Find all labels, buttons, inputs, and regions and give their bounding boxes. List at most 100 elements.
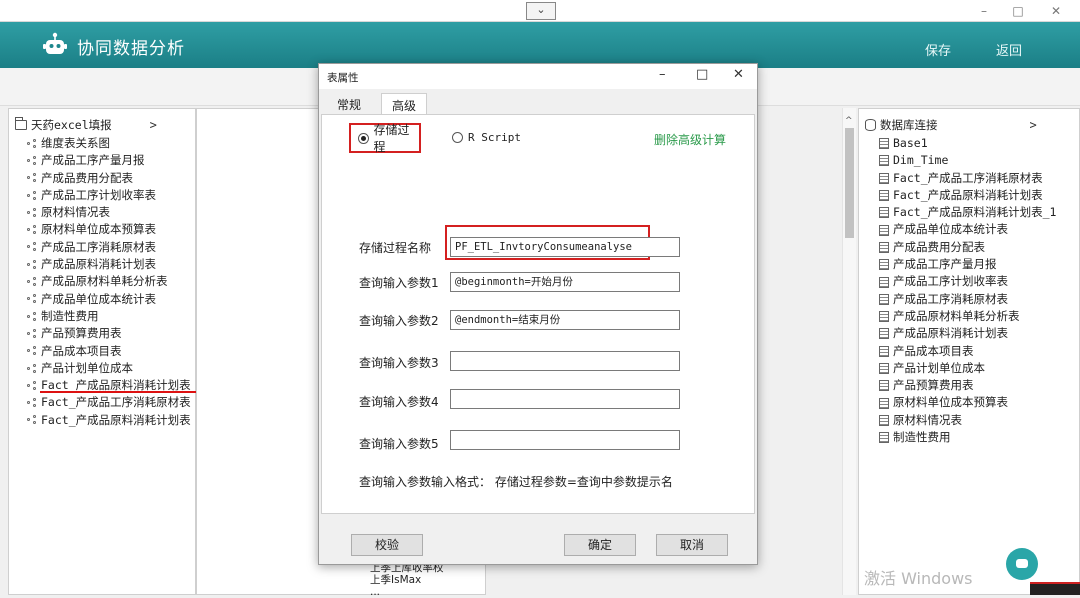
tree-item[interactable]: 产成品原料消耗计划表 bbox=[27, 256, 191, 273]
dialog-minimize-button[interactable]: – bbox=[659, 67, 666, 82]
tree-item[interactable]: Fact_产成品原料消耗计划表 bbox=[879, 187, 1056, 204]
scroll-up-icon[interactable]: ^ bbox=[845, 116, 853, 126]
tree-item[interactable]: 产品预算费用表 bbox=[27, 325, 191, 342]
tree-item[interactable]: 产成品工序消耗原材表 bbox=[879, 291, 1056, 308]
tree-item-label: 原材料情况表 bbox=[41, 205, 110, 220]
tree-item[interactable]: 制造性费用 bbox=[27, 308, 191, 325]
tree-item[interactable]: 产成品工序计划收率表 bbox=[879, 273, 1056, 290]
tree-item[interactable]: 产品成本项目表 bbox=[27, 343, 191, 360]
stored-procedure-label: 存储过程 bbox=[373, 123, 410, 154]
outer-title-bar: ⌄ – □ ✕ bbox=[0, 0, 1080, 22]
relation-icon bbox=[27, 311, 37, 322]
proc-name-input[interactable]: PF_ETL_InvtoryConsumeanalyse bbox=[450, 237, 680, 257]
save-button[interactable]: 保存 bbox=[925, 40, 951, 59]
tree-item[interactable]: 维度表关系图 bbox=[27, 135, 191, 152]
tree-item[interactable]: 产成品单位成本统计表 bbox=[27, 291, 191, 308]
tree-item[interactable]: 原材料单位成本预算表 bbox=[879, 394, 1056, 411]
param1-input[interactable]: @beginmonth=开始月份 bbox=[450, 272, 680, 292]
tree-item[interactable]: 产成品单位成本统计表 bbox=[879, 221, 1056, 238]
relation-icon bbox=[27, 190, 37, 201]
tree-item[interactable]: 产品预算费用表 bbox=[879, 377, 1056, 394]
param5-input[interactable] bbox=[450, 430, 680, 450]
app-title: 协同数据分析 bbox=[77, 39, 185, 59]
relation-icon bbox=[27, 294, 37, 304]
tree-item[interactable]: 产品成本项目表 bbox=[879, 343, 1056, 360]
tree-item-label: 产成品工序产量月报 bbox=[893, 257, 997, 272]
tree-item[interactable]: 产成品工序产量月报 bbox=[27, 152, 191, 169]
param2-input[interactable]: @endmonth=结束月份 bbox=[450, 310, 680, 330]
minimize-button[interactable]: – bbox=[970, 2, 998, 20]
relation-icon bbox=[27, 225, 37, 235]
tree-item[interactable]: 产成品工序产量月报 bbox=[879, 256, 1056, 273]
tab-advanced[interactable]: 高级 bbox=[381, 93, 428, 115]
dialog-title-bar: 表属性 – □ ✕ bbox=[319, 64, 757, 89]
tree-item-label: 制造性费用 bbox=[893, 430, 951, 445]
param3-input[interactable] bbox=[450, 351, 680, 371]
tree-item[interactable]: 产成品原材料单耗分析表 bbox=[27, 273, 191, 290]
param4-input[interactable] bbox=[450, 389, 680, 409]
tree-item-label: 产成品工序产量月报 bbox=[41, 153, 145, 168]
tree-item-label: 产品预算费用表 bbox=[893, 378, 974, 393]
cancel-button[interactable]: 取消 bbox=[656, 534, 728, 556]
left-tree-list: 维度表关系图 产成品工序产量月报产成品费用分配表 产成品工序计划收率表 原材料情况表原… bbox=[27, 135, 191, 429]
tree-item[interactable]: Fact_产成品工序消耗原材表 bbox=[27, 394, 191, 411]
proc-name-label: 存储过程名称 bbox=[359, 241, 432, 255]
validate-button[interactable]: 校验 bbox=[351, 534, 423, 556]
table-icon bbox=[879, 311, 889, 323]
tree-item[interactable]: 原材料情况表 bbox=[27, 204, 191, 221]
tree-item[interactable]: 制造性费用 bbox=[879, 429, 1056, 446]
dialog-title: 表属性 bbox=[327, 72, 359, 84]
tree-item[interactable]: 产品计划单位成本 bbox=[27, 360, 191, 377]
tree-item-label: 产成品费用分配表 bbox=[893, 239, 985, 254]
tree-item[interactable]: Fact_产成品原料消耗计划表_1 bbox=[879, 204, 1056, 221]
tree-item[interactable]: 产成品原料消耗计划表 bbox=[879, 325, 1056, 342]
tree-item[interactable]: 产成品工序计划收率表 bbox=[27, 187, 191, 204]
chevron-right-icon[interactable]: > bbox=[150, 118, 157, 132]
relation-icon bbox=[27, 415, 37, 425]
relation-icon bbox=[27, 259, 37, 270]
tree-item[interactable]: Dim_Time bbox=[879, 152, 1056, 169]
vertical-scrollbar[interactable]: ^ bbox=[842, 108, 856, 595]
relation-icon bbox=[27, 398, 37, 408]
r-script-radio[interactable]: R Script bbox=[452, 131, 521, 144]
delete-advanced-link[interactable]: 删除高级计算 bbox=[654, 131, 726, 148]
database-icon bbox=[865, 119, 876, 131]
table-icon bbox=[879, 172, 889, 184]
chevron-down-icon[interactable]: ⌄ bbox=[526, 2, 556, 20]
stored-procedure-radio[interactable]: 存储过程 bbox=[349, 123, 421, 154]
tree-item[interactable]: 产成品工序消耗原材表 bbox=[27, 239, 191, 256]
tree-item[interactable]: Fact_产成品工序消耗原材表 bbox=[879, 170, 1056, 187]
table-icon bbox=[879, 380, 889, 392]
left-tree-root-label: 天药excel填报 bbox=[31, 118, 112, 132]
tree-item[interactable]: Fact_产成品原料消耗计划表 bbox=[27, 412, 191, 429]
scroll-thumb[interactable] bbox=[845, 128, 854, 238]
dialog-close-button[interactable]: ✕ bbox=[733, 67, 744, 82]
back-button[interactable]: 返回 bbox=[996, 40, 1022, 59]
tree-item[interactable]: 产成品原材料单耗分析表 bbox=[879, 308, 1056, 325]
relation-icon bbox=[27, 173, 37, 183]
tree-item[interactable]: 产品计划单位成本 bbox=[879, 360, 1056, 377]
ok-button[interactable]: 确定 bbox=[564, 534, 636, 556]
tree-item[interactable]: 原材料情况表 bbox=[879, 412, 1056, 429]
tree-item[interactable]: 产成品费用分配表 bbox=[879, 239, 1056, 256]
close-window-button[interactable]: ✕ bbox=[1042, 2, 1070, 20]
dialog-maximize-button[interactable]: □ bbox=[696, 67, 708, 82]
tree-item-label: 产成品原料消耗计划表 bbox=[41, 257, 156, 272]
assistant-robot-icon[interactable] bbox=[1006, 548, 1038, 580]
left-tree-root[interactable]: 天药excel填报 > bbox=[15, 117, 157, 133]
maximize-button[interactable]: □ bbox=[1004, 2, 1032, 20]
tree-item[interactable]: 原材料单位成本预算表 bbox=[27, 221, 191, 238]
param3-label: 查询输入参数3 bbox=[359, 356, 439, 370]
table-icon bbox=[879, 138, 889, 150]
tree-item-label: Fact_产成品原料消耗计划表 bbox=[893, 187, 1043, 202]
table-icon bbox=[879, 241, 889, 253]
relation-icon bbox=[27, 155, 37, 166]
tree-item-label: 产品计划单位成本 bbox=[893, 360, 985, 375]
tab-general[interactable]: 常规 bbox=[327, 93, 371, 115]
right-tree-panel: 数据库连接 > Base1 Dim_Time Fact_产成品工序消耗原材表 Fact… bbox=[858, 108, 1080, 595]
chevron-right-icon[interactable]: > bbox=[1030, 118, 1037, 132]
right-tree-root[interactable]: 数据库连接 > bbox=[865, 117, 1037, 133]
tree-item[interactable]: 产成品费用分配表 bbox=[27, 170, 191, 187]
tree-item[interactable]: Base1 bbox=[879, 135, 1056, 152]
selection-underline bbox=[40, 391, 200, 393]
